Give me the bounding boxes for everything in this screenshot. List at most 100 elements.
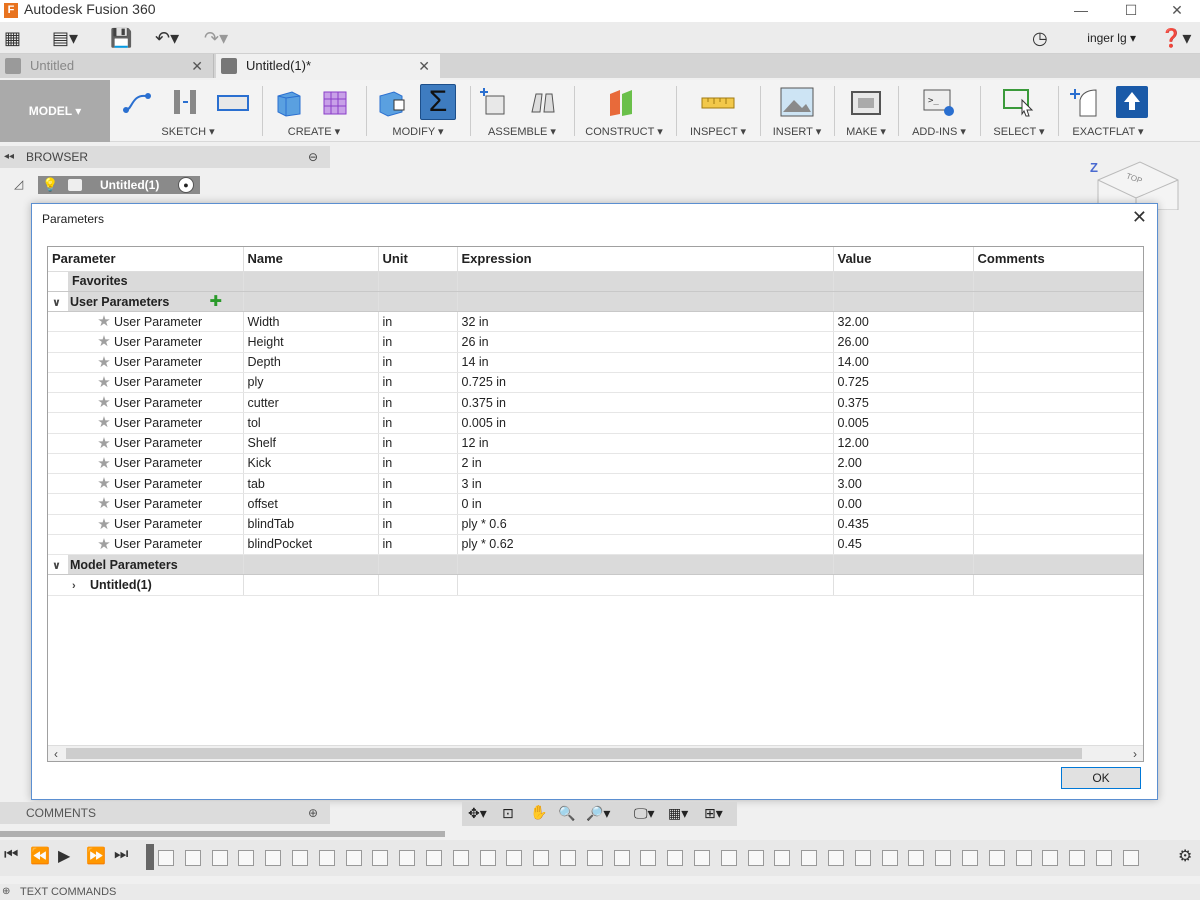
horizontal-scrollbar[interactable]: ‹ › [48,745,1143,761]
create-sketch-icon[interactable] [122,86,154,118]
exactflat-flatten-icon[interactable] [1116,86,1148,118]
data-panel-grid-icon[interactable]: ▦ [4,27,21,49]
favorite-star-icon[interactable]: ★ [92,515,116,533]
timeline-feature-icon[interactable] [533,850,550,866]
parameter-name-cell[interactable]: tab [243,473,379,495]
parameter-comments-cell[interactable] [973,473,1143,495]
undo-icon[interactable]: ↶▾ [155,27,179,49]
insert-group[interactable]: INSERT ▾ [764,80,830,142]
timeline-feature-icon[interactable] [426,850,442,866]
minimize-button[interactable]: — [1058,0,1104,22]
close-window-button[interactable]: ✕ [1154,0,1200,22]
parameter-name-cell[interactable]: Shelf [243,433,379,454]
timeline-feature-icon[interactable] [613,850,630,866]
timeline-feature-icon[interactable] [586,850,603,866]
parameter-unit-cell[interactable]: in [378,473,458,495]
viewports-icon[interactable]: ⊞▾ [704,805,723,822]
parameter-unit-cell[interactable]: in [378,311,458,333]
parameter-comments-cell[interactable] [973,331,1143,353]
timeline-feature-icon[interactable] [988,850,1005,866]
timeline-feature-icon[interactable] [801,850,818,866]
grid-settings-icon[interactable]: ▦▾ [668,805,688,822]
parameter-type-cell[interactable]: ★ User Parameter [48,392,244,414]
expand-icon[interactable]: ⊕ [2,884,10,900]
timeline-feature-icon[interactable] [720,850,737,866]
parameter-row[interactable]: ★ User Parameter blindTab in ply * 0.6 0.435 [48,514,1143,535]
user-parameters-group-row[interactable]: ∨ User Parameters ✚ [48,291,1143,313]
tab-untitled-1[interactable]: Untitled(1)* ✕ [216,54,440,78]
parameter-unit-cell[interactable]: in [378,372,458,394]
parameter-value-cell[interactable]: 0.375 [833,392,974,414]
parameter-name-cell[interactable]: offset [243,493,379,515]
parameter-comments-cell[interactable] [973,392,1143,414]
parameter-name-cell[interactable]: blindPocket [243,534,379,556]
parameter-row[interactable]: ★ User Parameter Shelf in 12 in 12.00 [48,433,1143,454]
parameter-type-cell[interactable]: ★ User Parameter [48,493,244,515]
parameter-row[interactable]: ★ User Parameter Kick in 2 in 2.00 [48,453,1143,475]
model-component-row[interactable]: › Untitled(1) [48,574,1143,596]
parameter-comments-cell[interactable] [973,534,1143,556]
select-group[interactable]: SELECT ▾ [984,80,1054,142]
parameter-type-cell[interactable]: ★ User Parameter [48,453,244,475]
timeline-feature-icon[interactable] [1122,850,1139,866]
timeline-feature-icon[interactable] [935,850,952,866]
parameter-comments-cell[interactable] [973,453,1143,475]
parameter-unit-cell[interactable]: in [378,534,458,556]
parameter-type-cell[interactable]: ★ User Parameter [48,534,244,556]
favorite-star-icon[interactable]: ★ [92,332,116,350]
timeline-feature-icon[interactable] [479,850,496,866]
parameter-name-cell[interactable]: tol [243,412,379,434]
parameter-name-cell[interactable]: Kick [243,453,379,475]
timeline-feature-icon[interactable] [238,850,255,866]
visibility-bulb-icon[interactable]: 💡 [42,176,58,194]
column-header[interactable]: Parameter [48,247,244,272]
browser-panel-header[interactable]: ◂◂ BROWSER ⊖ [0,146,330,168]
favorite-star-icon[interactable]: ★ [92,474,116,492]
parameter-row[interactable]: ★ User Parameter tab in 3 in 3.00 [48,473,1143,495]
close-tab-icon[interactable]: ✕ [418,54,430,78]
parameter-unit-cell[interactable]: in [378,514,458,535]
press-pull-icon[interactable] [376,86,408,118]
timeline-feature-icon[interactable] [908,850,925,866]
parameter-expression-cell[interactable]: 0.005 in [457,412,834,434]
parameter-value-cell[interactable]: 0.00 [833,493,974,515]
timeline-feature-icon[interactable] [854,850,871,866]
timeline-marker[interactable] [146,844,154,870]
favorite-star-icon[interactable]: ★ [92,454,116,472]
timeline-feature-icon[interactable] [452,850,469,866]
parameter-unit-cell[interactable]: in [378,331,458,353]
parameter-comments-cell[interactable] [973,493,1143,515]
play-icon[interactable]: ▶ [58,846,70,866]
timeline-feature-icon[interactable] [560,850,576,866]
timeline-settings-gear-icon[interactable]: ⚙ [1178,846,1192,866]
pan-hand-icon[interactable]: ✋ [530,804,547,821]
add-parameter-icon[interactable]: ✚ [209,293,222,310]
text-commands-bar[interactable]: ⊕ TEXT COMMANDS [0,884,1200,900]
timeline-feature-icon[interactable] [265,850,282,866]
timeline-feature-icon[interactable] [506,850,523,866]
parameter-expression-cell[interactable]: 3 in [457,473,834,495]
chevron-down-icon[interactable]: ∨ [52,296,70,309]
extrude-box-icon[interactable] [272,86,304,118]
timeline-feature-icon[interactable] [158,850,174,866]
column-header[interactable]: Unit [378,247,458,272]
parameter-value-cell[interactable]: 0.725 [833,372,974,394]
parameters-sigma-icon[interactable]: Σ [420,84,456,120]
3d-print-icon[interactable] [850,86,882,118]
scroll-left-icon[interactable]: ‹ [48,746,64,761]
activate-radio-icon[interactable]: ● [178,177,194,193]
parameter-expression-cell[interactable]: 2 in [457,453,834,475]
parameter-value-cell[interactable]: 26.00 [833,331,974,353]
ok-button[interactable]: OK [1061,767,1141,789]
job-status-clock-icon[interactable]: ◷ [1032,27,1048,49]
dialog-close-icon[interactable]: ✕ [1132,207,1147,228]
root-component[interactable]: 💡 Untitled(1) [38,176,200,194]
favorite-star-icon[interactable]: ★ [92,434,116,452]
parameter-value-cell[interactable]: 0.45 [833,534,974,556]
parameter-name-cell[interactable]: blindTab [243,514,379,535]
timeline-feature-icon[interactable] [1069,850,1086,866]
pin-panel-icon[interactable]: ⊖ [308,146,318,168]
exactflat-new-icon[interactable] [1068,86,1100,118]
column-header[interactable]: Name [243,247,379,272]
browser-root-node[interactable]: ◿ 💡 Untitled(1) ● [0,175,210,195]
